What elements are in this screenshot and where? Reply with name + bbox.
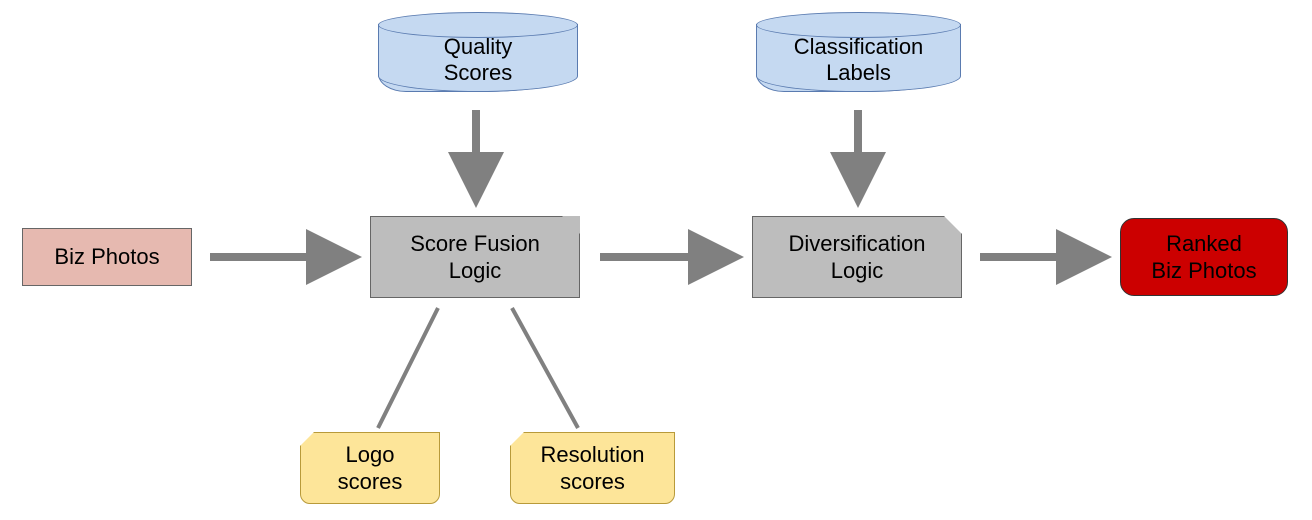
node-label: Biz Photos [54,243,159,271]
text: Classification Labels [794,34,924,87]
node-label: Resolution scores [510,432,675,504]
node-label: Quality Scores [378,28,578,92]
node-biz-photos: Biz Photos [22,228,192,286]
edge-fusion-to-resolution [512,308,578,428]
node-score-fusion: Score Fusion Logic [370,216,580,298]
node-diversification: Diversification Logic [752,216,962,298]
text: Score Fusion Logic [410,230,540,285]
text: Logo scores [338,441,403,496]
node-quality-scores: Quality Scores [378,12,578,92]
edge-fusion-to-logo [378,308,438,428]
node-resolution-scores: Resolution scores [510,432,675,504]
node-label: Ranked Biz Photos [1151,230,1256,285]
text: Resolution scores [541,441,645,496]
node-label: Diversification Logic [752,216,962,298]
node-ranked-biz-photos: Ranked Biz Photos [1120,218,1288,296]
node-label: Score Fusion Logic [370,216,580,298]
node-label: Classification Labels [756,28,961,92]
node-classification-labels: Classification Labels [756,12,961,92]
text: Quality Scores [444,34,512,87]
node-label: Logo scores [300,432,440,504]
text: Diversification Logic [789,230,926,285]
node-logo-scores: Logo scores [300,432,440,504]
